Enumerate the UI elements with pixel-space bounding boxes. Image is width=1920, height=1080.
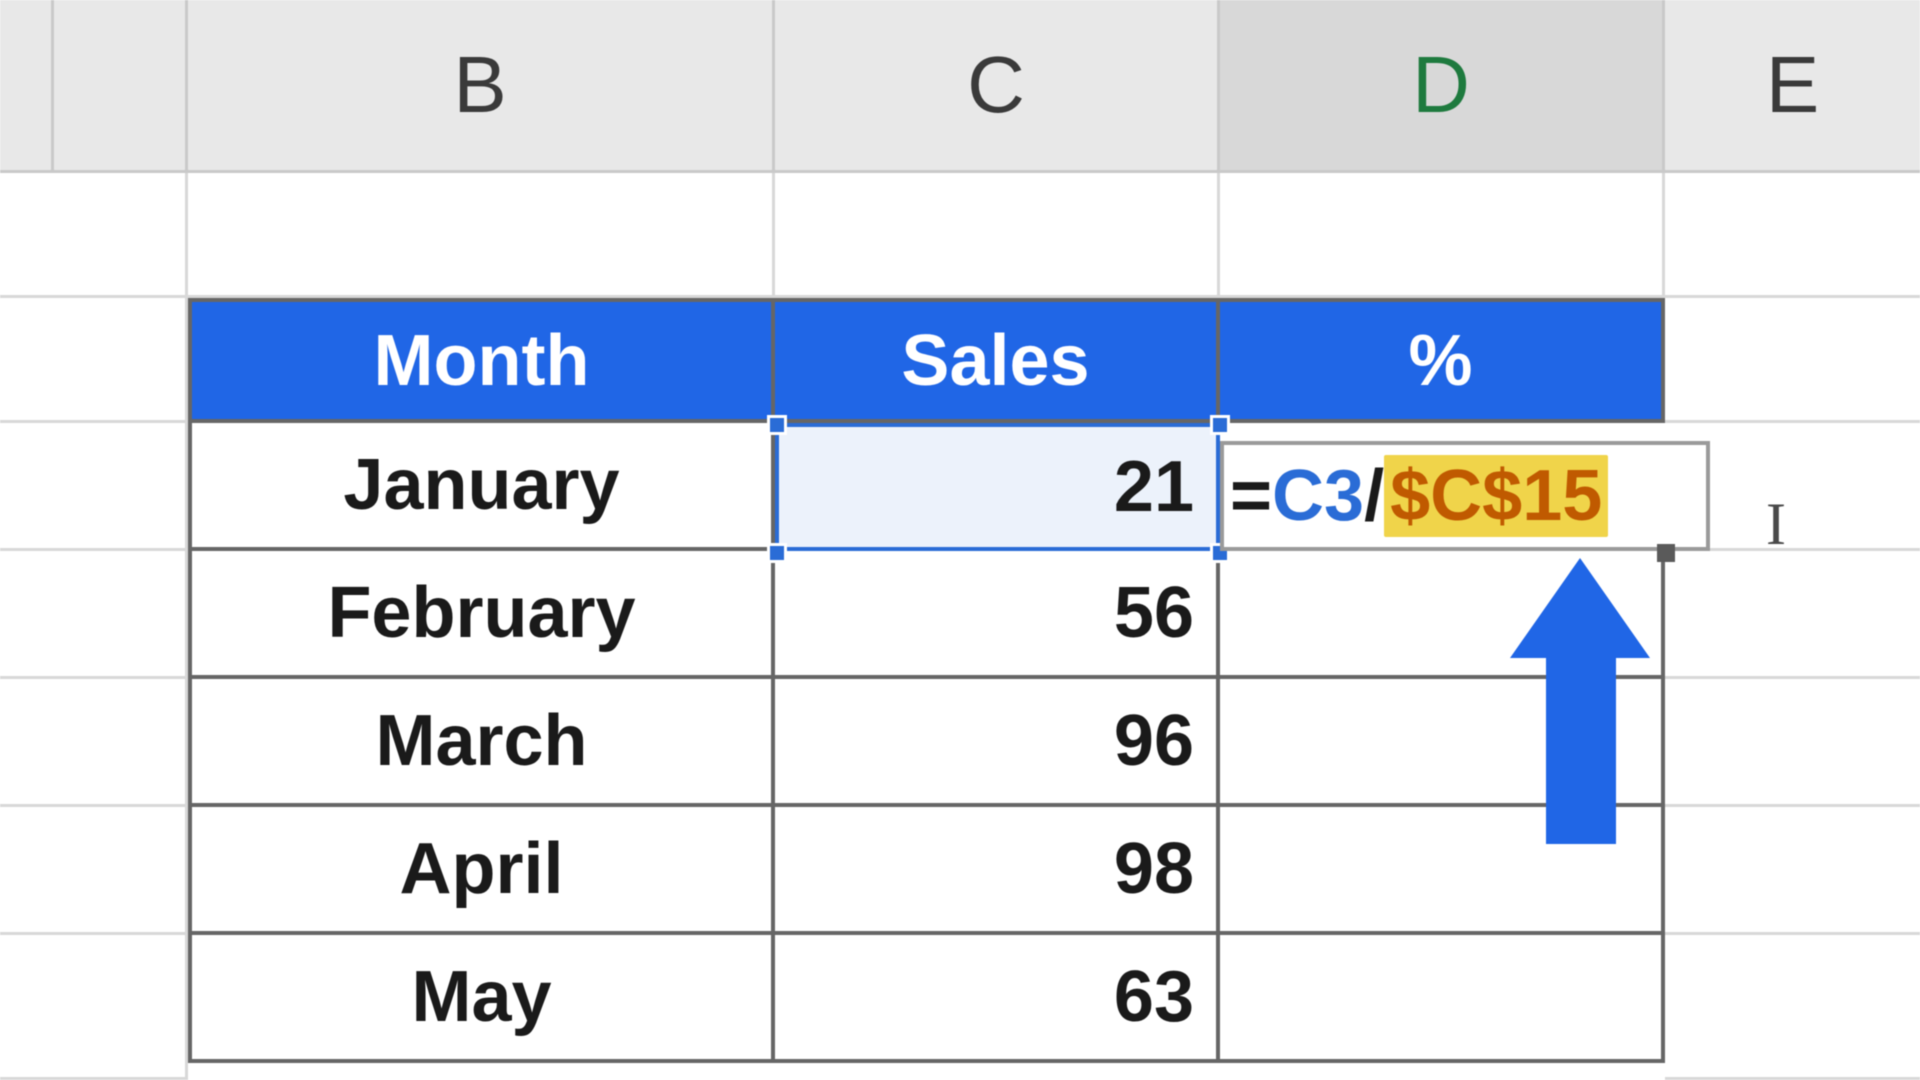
formula-ref-C3: C3 (1272, 455, 1364, 537)
grid-cell[interactable] (0, 935, 188, 1080)
col-header-A[interactable] (54, 0, 188, 173)
ref-handle-icon[interactable] (1210, 415, 1230, 435)
col-header-D[interactable]: D (1220, 0, 1665, 173)
cell-sales[interactable]: 98 (775, 807, 1220, 935)
grid-cell[interactable] (1665, 173, 1920, 298)
col-header-B[interactable]: B (188, 0, 775, 173)
grid-cell[interactable] (1220, 173, 1665, 298)
grid-cell[interactable] (0, 679, 188, 807)
table-header-month[interactable]: Month (188, 298, 775, 423)
cell-month[interactable]: March (188, 679, 775, 807)
col-header-E[interactable]: E (1665, 0, 1920, 173)
grid-cell[interactable] (0, 173, 188, 298)
formula-editor-D3[interactable]: = C3 / $C$15 (1220, 441, 1710, 551)
cell-month[interactable]: January (188, 423, 775, 551)
col-header-C[interactable]: C (775, 0, 1220, 173)
cell-sales[interactable]: 56 (775, 551, 1220, 679)
grid-cell[interactable] (1665, 807, 1920, 935)
formula-ref-absolute: $C$15 (1384, 455, 1608, 537)
cell-pct[interactable] (1220, 935, 1665, 1063)
referenced-cell-C3[interactable]: 21 (775, 423, 1220, 551)
cell-value: 21 (1114, 446, 1194, 528)
col-header-corner[interactable] (0, 0, 54, 173)
cell-month[interactable]: May (188, 935, 775, 1063)
table-header-sales[interactable]: Sales (775, 298, 1220, 423)
formula-eq: = (1230, 455, 1272, 537)
grid-cell[interactable] (188, 173, 775, 298)
ref-handle-icon[interactable] (767, 543, 787, 563)
grid-cell[interactable] (0, 423, 188, 551)
formula-op: / (1364, 455, 1384, 537)
grid-cell[interactable] (0, 551, 188, 679)
grid-cell[interactable] (1665, 679, 1920, 807)
text-cursor-icon: I (1766, 490, 1786, 559)
cell-sales[interactable]: 63 (775, 935, 1220, 1063)
grid-cell[interactable] (775, 173, 1220, 298)
cell-month[interactable]: February (188, 551, 775, 679)
cell-month[interactable]: April (188, 807, 775, 935)
annotation-arrow-icon (1500, 558, 1660, 848)
cell-sales[interactable]: 96 (775, 679, 1220, 807)
grid-cell[interactable] (1665, 551, 1920, 679)
grid-cell[interactable] (1665, 298, 1920, 423)
ref-handle-icon[interactable] (767, 415, 787, 435)
grid-cell[interactable] (0, 298, 188, 423)
grid-cell[interactable] (0, 807, 188, 935)
grid-cell[interactable] (1665, 935, 1920, 1080)
table-header-pct[interactable]: % (1220, 298, 1665, 423)
